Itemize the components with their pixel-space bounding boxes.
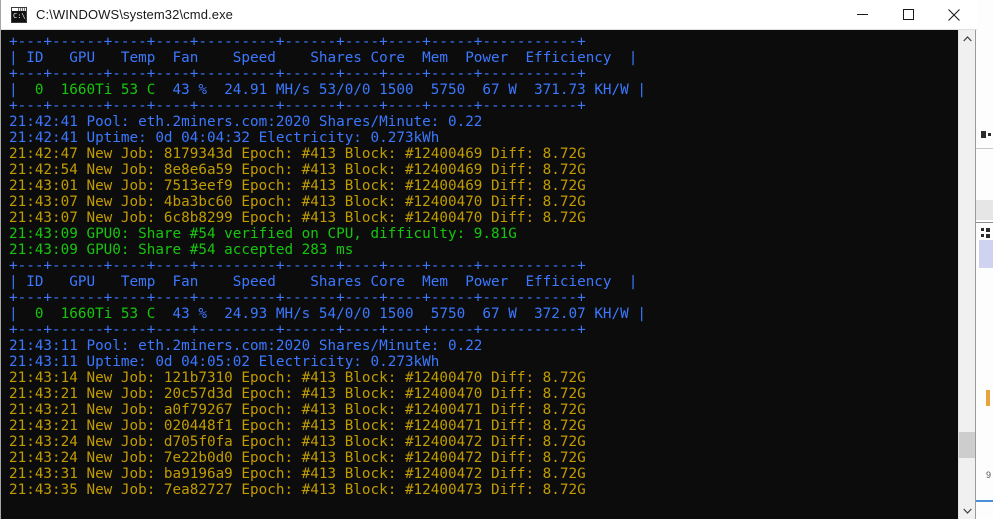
log-line-text: 21:43:24 New Job: d705f0fa Epoch: #413 B… — [9, 434, 586, 450]
log-line-text: 21:42:41 Uptime: 0d 04:04:32 Electricity… — [9, 130, 440, 146]
background-mark — [981, 131, 986, 138]
log-line: 21:43:11 Pool: eth.2miners.com:2020 Shar… — [9, 338, 960, 354]
gpu-stats-segment: 0 1660Ti 53 C — [34, 306, 156, 322]
gpu-stats-row: | 0 1660Ti 53 C 43 % 24.93 MH/s 54/0/0 1… — [9, 306, 960, 322]
title-bar[interactable]: C:\_ C:\WINDOWS\system32\cmd.exe — [1, 0, 977, 30]
background-rule — [975, 500, 993, 502]
scroll-down-arrow-icon[interactable] — [959, 502, 975, 519]
table-text: | ID GPU Temp Fan Speed Shares Core Mem … — [9, 50, 638, 66]
log-line: 21:43:21 New Job: 020448f1 Epoch: #413 B… — [9, 418, 960, 434]
log-line: 21:43:07 New Job: 6c8b8299 Epoch: #413 B… — [9, 210, 960, 226]
log-line: 21:43:09 GPU0: Share #54 accepted 283 ms — [9, 242, 960, 258]
table-rule: +---+------+----+----+---------+------+-… — [9, 66, 960, 82]
background-mark — [981, 228, 984, 231]
background-highlight — [979, 240, 993, 268]
table-rule: +---+------+----+----+---------+------+-… — [9, 290, 960, 306]
gpu-stats-segment: 0 1660Ti 53 C — [34, 82, 156, 98]
gpu-stats-segment: | — [9, 82, 35, 98]
log-line-text: 21:43:01 New Job: 7513eef9 Epoch: #413 B… — [9, 178, 586, 194]
table-header-row: | ID GPU Temp Fan Speed Shares Core Mem … — [9, 50, 960, 66]
log-line: 21:42:54 New Job: 8e8e6a59 Epoch: #413 B… — [9, 162, 960, 178]
log-line: 21:43:07 New Job: 4ba3bc60 Epoch: #413 B… — [9, 194, 960, 210]
background-panel — [975, 200, 993, 220]
log-line: 21:43:14 New Job: 121b7310 Epoch: #413 B… — [9, 370, 960, 386]
table-text: | ID GPU Temp Fan Speed Shares Core Mem … — [9, 274, 638, 290]
log-line: 21:42:41 Uptime: 0d 04:04:32 Electricity… — [9, 130, 960, 146]
table-text: +---+------+----+----+---------+------+-… — [9, 322, 586, 338]
log-line: 21:42:41 Pool: eth.2miners.com:2020 Shar… — [9, 114, 960, 130]
log-line: 21:43:21 New Job: a0f79267 Epoch: #413 B… — [9, 402, 960, 418]
table-text: +---+------+----+----+---------+------+-… — [9, 290, 586, 306]
gpu-stats-segment: 43 % 24.91 MH/s 53/0/0 1500 5750 67 W 37… — [155, 82, 646, 98]
log-line-text: 21:43:21 New Job: 20c57d3d Epoch: #413 B… — [9, 386, 586, 402]
table-text: +---+------+----+----+---------+------+-… — [9, 258, 586, 274]
background-mark — [981, 234, 984, 237]
log-line-text: 21:43:09 GPU0: Share #54 verified on CPU… — [9, 226, 517, 242]
cmd-icon: C:\_ — [11, 6, 27, 23]
log-line-text: 21:42:54 New Job: 8e8e6a59 Epoch: #413 B… — [9, 162, 586, 178]
table-rule: +---+------+----+----+---------+------+-… — [9, 322, 960, 338]
log-line: 21:43:01 New Job: 7513eef9 Epoch: #413 B… — [9, 178, 960, 194]
console-scrollbar[interactable] — [958, 30, 975, 519]
log-line-text: 21:43:31 New Job: ba9196a9 Epoch: #413 B… — [9, 466, 586, 482]
maximize-button[interactable] — [885, 0, 931, 29]
log-line: 21:43:35 New Job: 7ea82727 Epoch: #413 B… — [9, 482, 960, 498]
background-mark — [986, 228, 990, 232]
table-rule: +---+------+----+----+---------+------+-… — [9, 34, 960, 50]
log-line-text: 21:42:47 New Job: 8179343d Epoch: #413 B… — [9, 146, 586, 162]
log-line-text: 21:43:21 New Job: 020448f1 Epoch: #413 B… — [9, 418, 586, 434]
log-line: 21:43:24 New Job: 7e22b0d0 Epoch: #413 B… — [9, 450, 960, 466]
gpu-stats-row: | 0 1660Ti 53 C 43 % 24.91 MH/s 53/0/0 1… — [9, 82, 960, 98]
scroll-up-arrow-icon[interactable] — [959, 30, 975, 47]
table-text: +---+------+----+----+---------+------+-… — [9, 66, 586, 82]
table-text: +---+------+----+----+---------+------+-… — [9, 98, 586, 114]
log-line: 21:43:09 GPU0: Share #54 verified on CPU… — [9, 226, 960, 242]
background-label: 9 — [985, 470, 991, 480]
minimize-button[interactable] — [839, 0, 885, 29]
log-line: 21:43:21 New Job: 20c57d3d Epoch: #413 B… — [9, 386, 960, 402]
table-rule: +---+------+----+----+---------+------+-… — [9, 98, 960, 114]
table-text: +---+------+----+----+---------+------+-… — [9, 34, 586, 50]
background-mark — [986, 234, 990, 238]
log-line: 21:43:11 Uptime: 0d 04:05:02 Electricity… — [9, 354, 960, 370]
table-rule: +---+------+----+----+---------+------+-… — [9, 258, 960, 274]
log-line-text: 21:43:35 New Job: 7ea82727 Epoch: #413 B… — [9, 482, 586, 498]
gpu-stats-segment: 43 % 24.93 MH/s 54/0/0 1500 5750 67 W 37… — [155, 306, 646, 322]
background-rule — [975, 222, 993, 223]
log-line-text: 21:42:41 Pool: eth.2miners.com:2020 Shar… — [9, 114, 483, 130]
log-line-text: 21:43:07 New Job: 6c8b8299 Epoch: #413 B… — [9, 210, 586, 226]
window-title: C:\WINDOWS\system32\cmd.exe — [36, 7, 234, 22]
background-accent — [986, 390, 990, 406]
log-line: 21:43:24 New Job: d705f0fa Epoch: #413 B… — [9, 434, 960, 450]
background-mark — [988, 133, 991, 136]
console-output-area[interactable]: +---+------+----+----+---------+------+-… — [1, 30, 960, 519]
background-rule — [975, 148, 993, 149]
log-line-text: 21:43:11 Uptime: 0d 04:05:02 Electricity… — [9, 354, 440, 370]
scrollbar-thumb[interactable] — [959, 432, 975, 458]
log-line-text: 21:43:14 New Job: 121b7310 Epoch: #413 B… — [9, 370, 586, 386]
table-header-row: | ID GPU Temp Fan Speed Shares Core Mem … — [9, 274, 960, 290]
scrollbar-track[interactable] — [959, 47, 975, 502]
cmd-window: C:\_ C:\WINDOWS\system32\cmd.exe +---+--… — [0, 0, 977, 519]
log-line: 21:42:47 New Job: 8179343d Epoch: #413 B… — [9, 146, 960, 162]
log-line-text: 21:43:24 New Job: 7e22b0d0 Epoch: #413 B… — [9, 450, 586, 466]
close-button[interactable] — [931, 0, 977, 29]
cmd-icon-text: C:\_ — [12, 10, 26, 22]
log-line-text: 21:43:09 GPU0: Share #54 accepted 283 ms — [9, 242, 354, 258]
log-line-text: 21:43:07 New Job: 4ba3bc60 Epoch: #413 B… — [9, 194, 586, 210]
console-text: +---+------+----+----+---------+------+-… — [9, 34, 960, 498]
log-line: 21:43:31 New Job: ba9196a9 Epoch: #413 B… — [9, 466, 960, 482]
log-line-text: 21:43:21 New Job: a0f79267 Epoch: #413 B… — [9, 402, 586, 418]
gpu-stats-segment: | — [9, 306, 35, 322]
log-line-text: 21:43:11 Pool: eth.2miners.com:2020 Shar… — [9, 338, 483, 354]
